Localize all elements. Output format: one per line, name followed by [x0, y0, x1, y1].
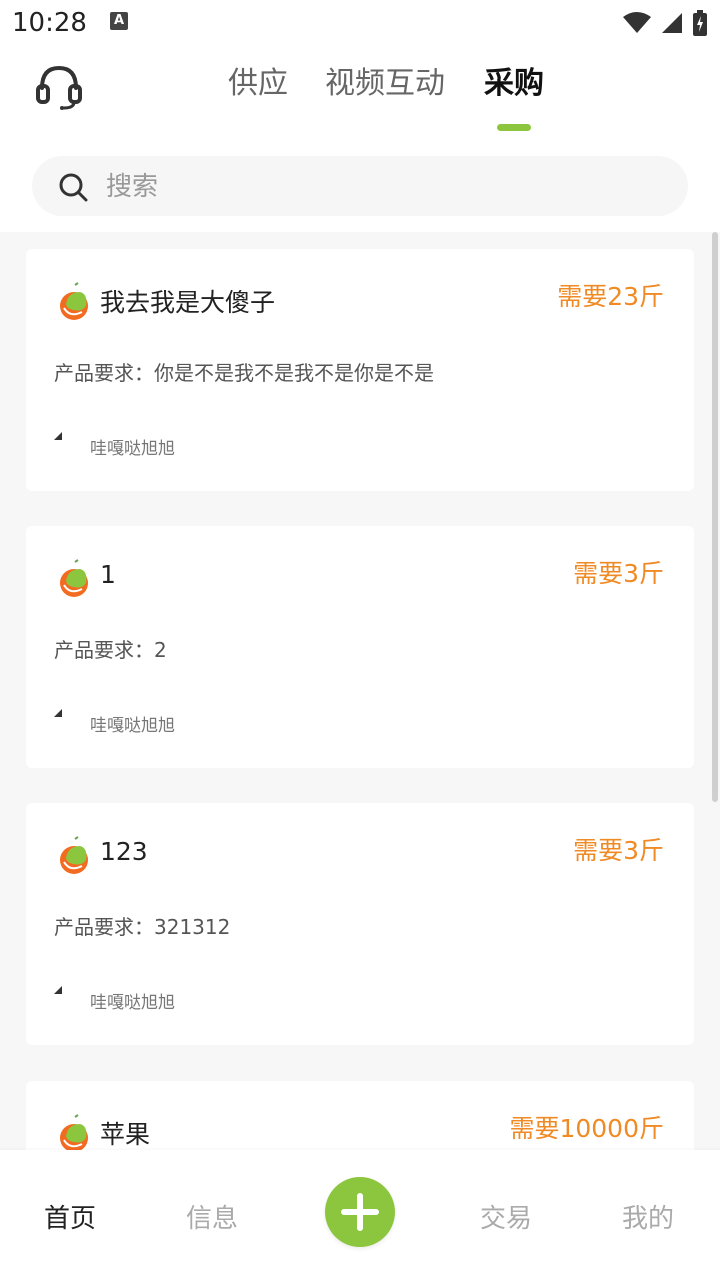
purchase-title: 苹果: [100, 1120, 151, 1149]
nav-mine[interactable]: 我的: [622, 1198, 674, 1235]
product-requirement: 产品要求：你是不是我不是我不是你是不是: [54, 361, 434, 385]
fruit-logo-icon: [60, 836, 88, 874]
tab-video-interaction[interactable]: 视频互动: [325, 62, 445, 106]
avatar: [54, 986, 62, 994]
search-input[interactable]: [104, 164, 668, 210]
username: 哇嘎哒旭旭: [90, 439, 175, 459]
username: 哇嘎哒旭旭: [90, 993, 175, 1013]
notification-icon: A: [110, 12, 128, 30]
username: 哇嘎哒旭旭: [90, 716, 175, 736]
purchase-title: 1: [100, 560, 116, 589]
product-requirement: 产品要求：2: [54, 638, 167, 662]
search-icon: [59, 173, 88, 202]
nav-messages[interactable]: 信息: [186, 1198, 238, 1235]
search-bar[interactable]: [32, 156, 688, 216]
fruit-logo-icon: [60, 559, 88, 597]
fruit-logo-icon: [60, 282, 88, 320]
fruit-logo-icon: [60, 1114, 88, 1150]
header: 供应 视频互动 采购: [0, 48, 720, 232]
avatar: [54, 709, 62, 717]
scrollbar[interactable]: [712, 232, 718, 802]
purchase-list: 我去我是大傻子 需要23斤 产品要求：你是不是我不是我不是你是不是 哇嘎哒旭旭 …: [0, 232, 720, 1150]
wifi-icon: [623, 12, 651, 33]
tab-purchase[interactable]: 采购: [484, 62, 544, 106]
product-requirement: 产品要求：321312: [54, 915, 231, 939]
signal-icon: [662, 13, 682, 33]
purchase-quantity: 需要23斤: [557, 282, 664, 311]
bottom-nav: 首页 信息 交易 我的: [0, 1150, 720, 1280]
purchase-quantity: 需要10000斤: [509, 1114, 664, 1143]
purchase-quantity: 需要3斤: [573, 836, 664, 865]
purchase-card[interactable]: 1 需要3斤 产品要求：2 哇嘎哒旭旭: [26, 526, 694, 768]
status-icons: [622, 10, 708, 36]
purchase-title: 123: [100, 837, 148, 866]
nav-home[interactable]: 首页: [44, 1198, 96, 1235]
tab-supply[interactable]: 供应: [228, 62, 288, 106]
purchase-card[interactable]: 苹果 需要10000斤: [26, 1081, 694, 1150]
status-time: 10:28: [12, 8, 87, 38]
purchase-title: 我去我是大傻子: [100, 288, 276, 317]
add-post-button[interactable]: [325, 1177, 395, 1247]
avatar: [54, 432, 62, 440]
purchase-card[interactable]: 123 需要3斤 产品要求：321312 哇嘎哒旭旭: [26, 803, 694, 1045]
battery-icon: [693, 10, 707, 36]
nav-trade[interactable]: 交易: [480, 1198, 532, 1235]
purchase-quantity: 需要3斤: [573, 559, 664, 588]
top-tabs: 供应 视频互动 采购: [0, 62, 720, 131]
active-tab-indicator: [497, 124, 531, 131]
status-bar: 10:28 A: [0, 0, 720, 48]
purchase-card[interactable]: 我去我是大傻子 需要23斤 产品要求：你是不是我不是我不是你是不是 哇嘎哒旭旭: [26, 249, 694, 491]
